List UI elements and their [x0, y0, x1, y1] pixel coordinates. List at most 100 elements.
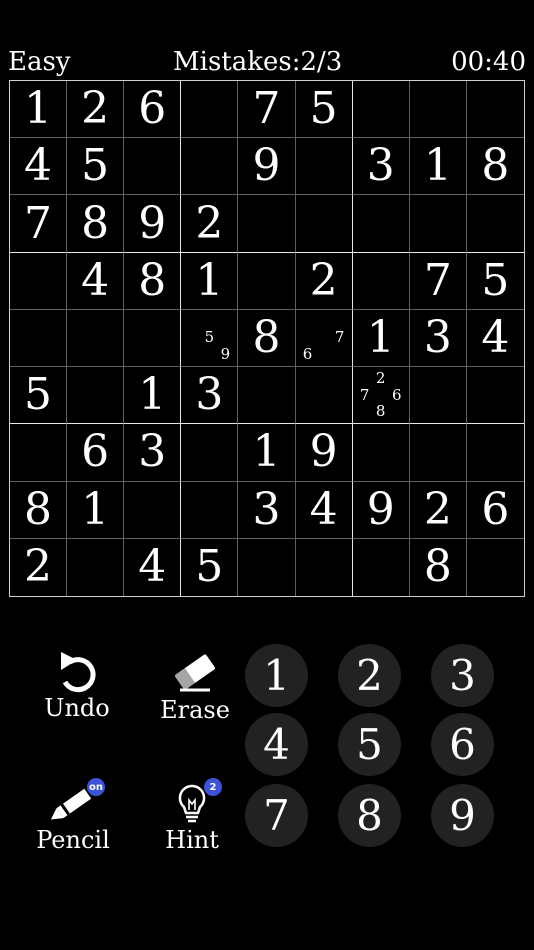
- pencil-note: 7: [334, 328, 345, 347]
- board-cell-r3-c3[interactable]: 9: [124, 195, 182, 253]
- board-cell-r1-c7[interactable]: [352, 81, 410, 139]
- board-cell-r3-c2[interactable]: 8: [67, 195, 125, 253]
- board-cell-r5-c7[interactable]: 1: [352, 309, 410, 368]
- board-cell-r4-c9[interactable]: 5: [466, 253, 524, 310]
- board-cell-r8-c7[interactable]: 9: [352, 481, 410, 539]
- board-cell-r3-c4[interactable]: 2: [181, 195, 239, 253]
- board-cell-r7-c4[interactable]: [181, 424, 239, 482]
- numpad-key-5[interactable]: 5: [338, 713, 401, 776]
- board-cell-r4-c5[interactable]: [238, 252, 296, 310]
- board-cell-r5-c1[interactable]: [10, 309, 68, 368]
- board-cell-r3-c9[interactable]: [466, 195, 524, 253]
- board-cell-r4-c6[interactable]: 2: [295, 252, 353, 310]
- cell-value: 5: [309, 83, 338, 135]
- numpad-key-3[interactable]: 3: [431, 644, 494, 707]
- board-cell-r5-c5[interactable]: 8: [238, 309, 296, 368]
- numpad-key-1[interactable]: 1: [245, 644, 308, 707]
- board-cell-r2-c7[interactable]: 3: [352, 138, 410, 196]
- board-cell-r8-c3[interactable]: [124, 481, 182, 539]
- cell-value: 6: [481, 483, 510, 535]
- board-cell-r6-c7[interactable]: 2786: [352, 367, 410, 425]
- board-cell-r3-c5[interactable]: [238, 195, 296, 253]
- cell-value: 6: [138, 83, 167, 135]
- numpad-key-9[interactable]: 9: [431, 784, 494, 847]
- board-cell-r7-c5[interactable]: 1: [238, 424, 296, 482]
- board-cell-r6-c6[interactable]: [295, 367, 353, 425]
- board-cell-r5-c9[interactable]: 4: [466, 310, 524, 368]
- numpad-key-2[interactable]: 2: [338, 644, 401, 707]
- board-cell-r9-c9[interactable]: [467, 539, 524, 596]
- board-cell-r7-c9[interactable]: [466, 424, 524, 482]
- board-cell-r7-c7[interactable]: [352, 424, 410, 482]
- board-cell-r7-c3[interactable]: 3: [124, 424, 182, 482]
- board-cell-r8-c1[interactable]: 8: [10, 481, 68, 539]
- board-cell-r5-c8[interactable]: 3: [409, 309, 467, 368]
- board-cell-r9-c4[interactable]: 5: [181, 538, 239, 596]
- board-cell-r9-c1[interactable]: 2: [10, 538, 68, 596]
- hint-button[interactable]: 2 Hint: [142, 778, 242, 862]
- board-cell-r6-c2[interactable]: [67, 367, 125, 425]
- board-cell-r3-c1[interactable]: 7: [10, 195, 68, 253]
- board-cell-r9-c8[interactable]: 8: [410, 538, 467, 596]
- board-cell-r6-c9[interactable]: [466, 367, 524, 425]
- board-cell-r9-c6[interactable]: [296, 538, 353, 596]
- board-cell-r4-c1[interactable]: [10, 252, 68, 310]
- board-cell-r5-c2[interactable]: [67, 309, 125, 368]
- board-cell-r1-c8[interactable]: [409, 81, 467, 139]
- board-cell-r9-c5[interactable]: [238, 538, 296, 596]
- board-cell-r5-c3[interactable]: [124, 309, 182, 368]
- board-cell-r7-c1[interactable]: [10, 424, 68, 482]
- board-cell-r1-c2[interactable]: 2: [67, 81, 125, 139]
- board-cell-r4-c2[interactable]: 4: [67, 252, 125, 310]
- board-cell-r4-c4[interactable]: 1: [181, 252, 239, 310]
- board-cell-r1-c3[interactable]: 6: [124, 81, 182, 139]
- pencil-button[interactable]: on Pencil: [23, 778, 123, 862]
- numpad-key-4[interactable]: 4: [245, 713, 308, 776]
- board-cell-r9-c2[interactable]: [67, 538, 125, 596]
- board-cell-r8-c6[interactable]: 4: [295, 481, 353, 539]
- board-cell-r8-c8[interactable]: 2: [409, 481, 467, 539]
- board-cell-r4-c8[interactable]: 7: [409, 252, 467, 310]
- board-cell-r6-c5[interactable]: [238, 367, 296, 425]
- board-cell-r5-c6[interactable]: 67: [295, 309, 353, 368]
- numpad-key-7[interactable]: 7: [245, 784, 308, 847]
- board-cell-r2-c5[interactable]: 9: [238, 138, 296, 196]
- board-cell-r2-c4[interactable]: [181, 138, 239, 196]
- board-cell-r4-c7[interactable]: [352, 252, 410, 310]
- board-cell-r8-c9[interactable]: 6: [466, 482, 524, 539]
- board-cell-r4-c3[interactable]: 8: [124, 252, 182, 310]
- board-cell-r1-c6[interactable]: 5: [295, 81, 353, 139]
- board-cell-r7-c6[interactable]: 9: [295, 424, 353, 482]
- board-cell-r6-c8[interactable]: [409, 367, 467, 425]
- board-cell-r1-c4[interactable]: [181, 81, 239, 139]
- board-cell-r2-c3[interactable]: [124, 138, 182, 196]
- mistakes-counter: Mistakes:2/3: [173, 47, 343, 77]
- board-cell-r1-c5[interactable]: 7: [238, 81, 296, 139]
- board-cell-r9-c3[interactable]: 4: [124, 538, 182, 596]
- numpad-key-6[interactable]: 6: [431, 713, 494, 776]
- board-cell-r7-c2[interactable]: 6: [67, 424, 125, 482]
- cell-value: 3: [138, 426, 167, 478]
- undo-button[interactable]: Undo: [27, 650, 127, 730]
- board-cell-r9-c7[interactable]: [353, 538, 410, 596]
- board-cell-r2-c1[interactable]: 4: [10, 138, 68, 196]
- board-cell-r1-c9[interactable]: [466, 81, 524, 139]
- board-cell-r1-c1[interactable]: 1: [10, 81, 68, 139]
- board-cell-r3-c8[interactable]: [409, 195, 467, 253]
- erase-button[interactable]: Erase: [145, 652, 245, 732]
- board-cell-r6-c3[interactable]: 1: [124, 367, 182, 425]
- board-cell-r2-c6[interactable]: [295, 138, 353, 196]
- board-cell-r5-c4[interactable]: 59: [181, 309, 239, 368]
- board-cell-r6-c1[interactable]: 5: [10, 367, 68, 425]
- board-cell-r3-c6[interactable]: [295, 195, 353, 253]
- board-cell-r7-c8[interactable]: [409, 424, 467, 482]
- numpad-key-8[interactable]: 8: [338, 784, 401, 847]
- board-cell-r2-c2[interactable]: 5: [67, 138, 125, 196]
- board-cell-r3-c7[interactable]: [352, 195, 410, 253]
- board-cell-r2-c9[interactable]: 8: [466, 138, 524, 196]
- board-cell-r8-c4[interactable]: [181, 481, 239, 539]
- board-cell-r8-c2[interactable]: 1: [67, 481, 125, 539]
- board-cell-r8-c5[interactable]: 3: [238, 481, 296, 539]
- board-cell-r2-c8[interactable]: 1: [409, 138, 467, 196]
- board-cell-r6-c4[interactable]: 3: [181, 367, 239, 425]
